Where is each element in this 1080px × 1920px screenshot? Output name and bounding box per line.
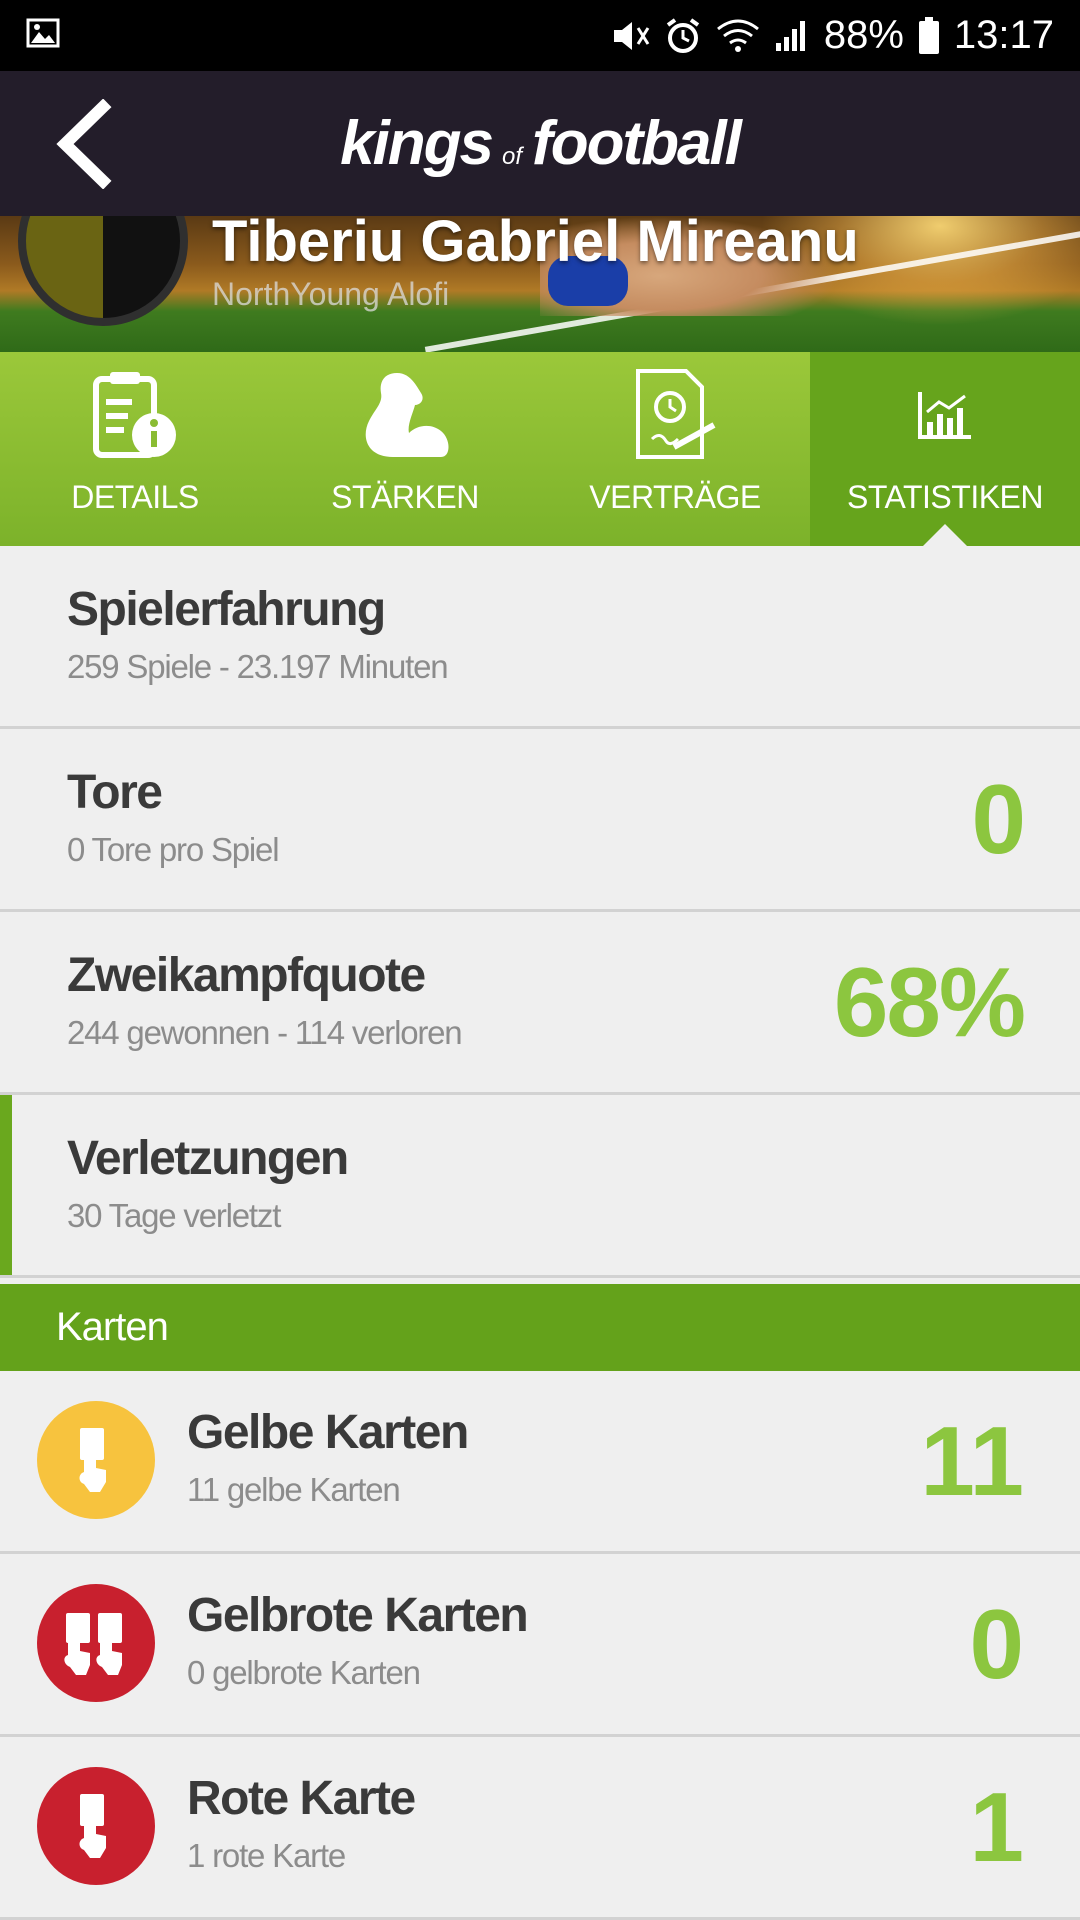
mute-icon	[610, 18, 650, 54]
status-bar: 88% 13:17	[0, 0, 1080, 71]
wifi-icon	[716, 19, 760, 53]
stat-subtitle: 244 gewonnen - 114 verloren	[67, 1014, 463, 1051]
tab-label: STATISTIKEN	[847, 479, 1044, 515]
card-title: Gelbe Karten	[187, 1406, 469, 1459]
stat-row-injuries[interactable]: Verletzungen 30 Tage verletzt	[0, 1095, 1080, 1278]
logo-text-kings: kings	[340, 109, 494, 178]
stat-row-experience: Spielerfahrung 259 Spiele - 23.197 Minut…	[0, 546, 1080, 729]
app-logo: kings of football	[340, 108, 742, 179]
card-row-yellow: Gelbe Karten 11 gelbe Karten 11	[0, 1371, 1080, 1554]
card-value: 0	[969, 1589, 1024, 1699]
card-value: 1	[969, 1772, 1024, 1882]
player-hero-banner: Tiberiu Gabriel Mireanu NorthYoung Alofi	[0, 216, 1080, 352]
stat-title: Zweikampfquote	[67, 949, 426, 1002]
tab-details[interactable]: DETAILS	[0, 352, 270, 546]
battery-percent: 88%	[823, 13, 904, 57]
club-name: NorthYoung Alofi	[212, 276, 450, 312]
stat-title: Tore	[67, 766, 163, 819]
alarm-icon	[664, 17, 702, 55]
back-button[interactable]	[38, 99, 128, 189]
stat-subtitle: 259 Spiele - 23.197 Minuten	[67, 648, 449, 685]
chart-icon	[917, 365, 973, 465]
logo-text-of: of	[502, 143, 523, 170]
tab-label: VERTRÄGE	[589, 479, 761, 515]
stat-value: 68%	[833, 947, 1026, 1057]
section-header-cards: Karten	[0, 1284, 1080, 1371]
muscle-icon	[357, 365, 453, 465]
tab-statistiken[interactable]: STATISTIKEN	[810, 352, 1080, 546]
battery-icon	[918, 16, 940, 55]
stat-row-goals: Tore 0 Tore pro Spiel 0	[0, 729, 1080, 912]
tab-label: DETAILS	[71, 479, 199, 515]
player-name: Tiberiu Gabriel Mireanu	[212, 216, 859, 274]
stat-title: Verletzungen	[67, 1132, 349, 1185]
stat-subtitle: 0 Tore pro Spiel	[67, 831, 280, 868]
club-crest	[18, 216, 188, 326]
signal-icon	[774, 19, 810, 53]
card-subtitle: 11 gelbe Karten	[187, 1471, 401, 1508]
card-value: 11	[920, 1406, 1024, 1516]
document-info-icon	[90, 365, 180, 465]
stat-row-duel-rate: Zweikampfquote 244 gewonnen - 114 verlor…	[0, 912, 1080, 1095]
card-row-yellow-red: Gelbrote Karten 0 gelbrote Karten 0	[0, 1554, 1080, 1737]
yellow-card-icon	[37, 1401, 155, 1519]
card-title: Gelbrote Karten	[187, 1589, 529, 1642]
chevron-left-icon	[56, 99, 112, 189]
yellow-red-card-icon	[37, 1584, 155, 1702]
cards-list: Gelbe Karten 11 gelbe Karten 11 Gelbrote…	[0, 1371, 1080, 1920]
tab-label: STÄRKEN	[331, 479, 479, 515]
tab-staerken[interactable]: STÄRKEN	[270, 352, 540, 546]
image-icon	[26, 18, 60, 53]
tab-vertraege[interactable]: VERTRÄGE	[540, 352, 810, 546]
app-bar: kings of football	[0, 71, 1080, 216]
red-card-icon	[37, 1767, 155, 1885]
stats-list: Spielerfahrung 259 Spiele - 23.197 Minut…	[0, 546, 1080, 1278]
stat-title: Spielerfahrung	[67, 583, 386, 636]
card-title: Rote Karte	[187, 1772, 416, 1825]
card-subtitle: 1 rote Karte	[187, 1837, 346, 1874]
logo-text-football: football	[532, 109, 742, 178]
clock: 13:17	[953, 13, 1054, 57]
stat-subtitle: 30 Tage verletzt	[67, 1197, 281, 1234]
card-subtitle: 0 gelbrote Karten	[187, 1654, 421, 1691]
contract-icon	[630, 365, 720, 465]
stat-value: 0	[971, 764, 1025, 874]
profile-tabs: DETAILS STÄRKEN VERTRÄGE STATISTIKEN	[0, 352, 1080, 546]
card-row-red: Rote Karte 1 rote Karte 1	[0, 1737, 1080, 1920]
